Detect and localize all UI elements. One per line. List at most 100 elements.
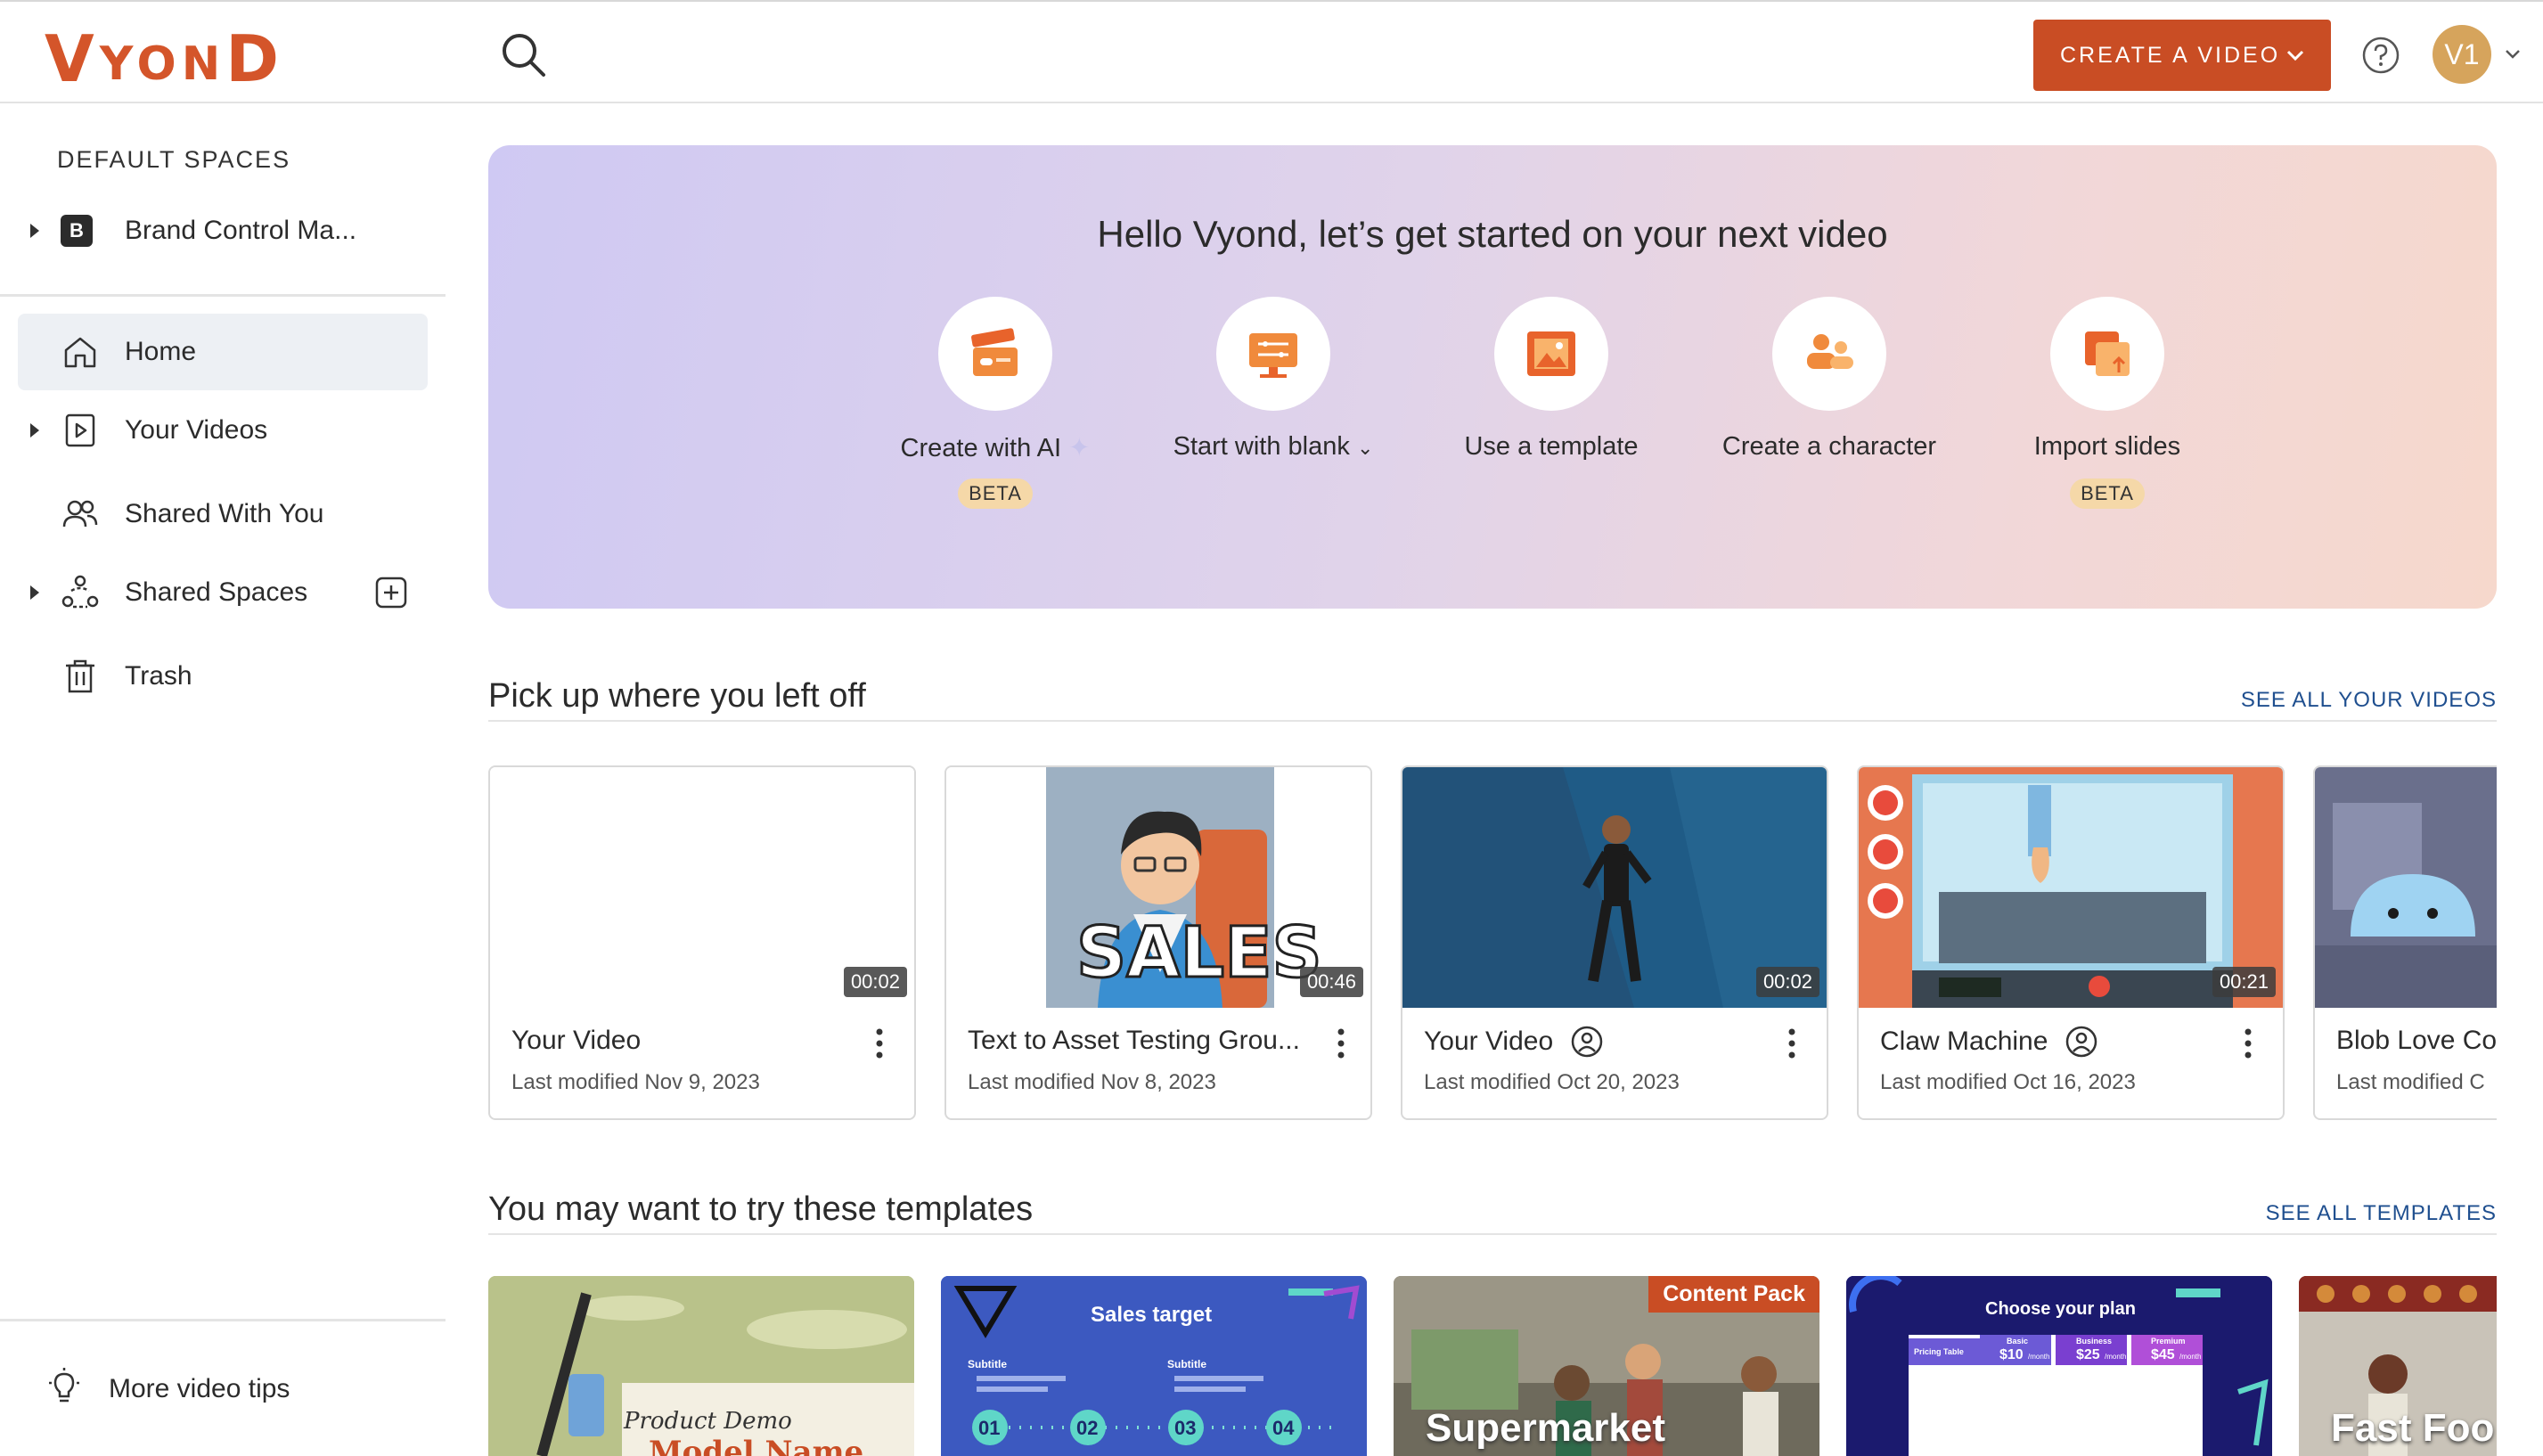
play-square-icon bbox=[61, 411, 100, 450]
plan-name: Business bbox=[2076, 1337, 2113, 1346]
import-slides-action[interactable]: Import slides BETA bbox=[1991, 297, 2223, 528]
video-modified-date: Last modified Nov 9, 2023 bbox=[511, 1070, 760, 1094]
step-number: 03 bbox=[1174, 1417, 1197, 1439]
create-with-ai-action[interactable]: Create with AI ✦ BETA bbox=[879, 297, 1111, 528]
logo-letters: YON bbox=[99, 37, 226, 91]
step-number: 02 bbox=[1076, 1417, 1099, 1439]
use-a-template-action[interactable]: Use a template bbox=[1435, 297, 1667, 528]
more-options-icon[interactable] bbox=[1787, 1027, 1796, 1059]
action-label: Use a template bbox=[1464, 432, 1639, 461]
price-unit: /month bbox=[2028, 1353, 2050, 1361]
caret-right-icon[interactable] bbox=[30, 423, 39, 438]
template-title: Supermarket bbox=[1426, 1406, 1666, 1450]
create-video-button[interactable]: CREATE A VIDEO bbox=[2033, 20, 2331, 91]
video-card[interactable]: Blob Love Co Last modified C bbox=[2313, 765, 2497, 1120]
beta-badge: BETA bbox=[958, 479, 1033, 509]
sidebar-item-label: Brand Control Ma... bbox=[125, 216, 357, 245]
vyond-logo[interactable]: V YON D bbox=[45, 20, 284, 91]
plan-name: Premium bbox=[2151, 1337, 2186, 1346]
plan-price: $25 bbox=[2076, 1347, 2100, 1362]
more-video-tips-link[interactable]: More video tips bbox=[45, 1367, 290, 1411]
video-duration: 00:02 bbox=[1755, 967, 1819, 997]
space-badge: B bbox=[61, 215, 93, 247]
sidebar-item-home[interactable]: Home bbox=[18, 314, 428, 390]
video-modified-date: Last modified Oct 16, 2023 bbox=[1880, 1070, 2136, 1094]
sidebar-item-shared-with-you[interactable]: Shared With You bbox=[18, 476, 428, 552]
create-video-label: CREATE A VIDEO bbox=[2060, 42, 2281, 68]
template-title: Sales target bbox=[1091, 1303, 1213, 1327]
import-slides-icon[interactable] bbox=[2050, 297, 2164, 411]
template-card[interactable]: Sales target Subtitle Subtitle 01 02 03 … bbox=[941, 1276, 1367, 1456]
more-options-icon[interactable] bbox=[1337, 1027, 1345, 1059]
template-title: Fast Foo bbox=[2331, 1406, 2495, 1450]
plan-price: $10 bbox=[1999, 1347, 2024, 1362]
top-bar: V YON D CREATE A VIDEO V1 bbox=[0, 0, 2543, 103]
lightbulb-icon bbox=[45, 1367, 84, 1411]
see-all-templates-link[interactable]: SEE ALL TEMPLATES bbox=[2266, 1201, 2497, 1226]
plan-name: Basic bbox=[2007, 1337, 2029, 1346]
sidebar-item-trash[interactable]: Trash bbox=[18, 638, 428, 715]
section-divider bbox=[488, 1233, 2497, 1235]
add-space-icon[interactable] bbox=[374, 576, 408, 609]
recent-videos-heading: Pick up where you left off bbox=[488, 677, 866, 715]
sidebar-item-label: Shared With You bbox=[125, 499, 324, 528]
help-icon[interactable] bbox=[2361, 36, 2400, 75]
video-title[interactable]: Blob Love Co bbox=[2336, 1026, 2497, 1056]
sidebar-item-label: Trash bbox=[125, 661, 192, 691]
template-card[interactable]: Content Pack Supermarket bbox=[1394, 1276, 1819, 1456]
ai-clapper-icon[interactable] bbox=[938, 297, 1052, 411]
banner-title: Hello Vyond, let’s get started on your n… bbox=[1097, 213, 1888, 255]
logo-letter: V bbox=[45, 21, 100, 96]
sidebar-item-label: Shared Spaces bbox=[125, 577, 308, 607]
video-modified-date: Last modified Nov 8, 2023 bbox=[968, 1070, 1216, 1094]
more-options-icon[interactable] bbox=[875, 1027, 884, 1059]
get-started-banner: Hello Vyond, let’s get started on your n… bbox=[488, 145, 2497, 609]
template-film-icon[interactable] bbox=[1494, 297, 1608, 411]
start-with-blank-action[interactable]: Start with blank ⌄ bbox=[1157, 297, 1389, 528]
sidebar-item-your-videos[interactable]: Your Videos bbox=[18, 392, 428, 469]
chevron-down-icon[interactable]: ⌄ bbox=[1357, 437, 1373, 459]
chevron-down-icon[interactable] bbox=[2502, 43, 2523, 64]
content-pack-badge: Content Pack bbox=[1648, 1276, 1819, 1313]
video-card[interactable]: 00:21 Claw Machine Last modified Oct 16,… bbox=[1857, 765, 2285, 1120]
video-card[interactable]: 00:02 Your Video Last modified Oct 20, 2… bbox=[1401, 765, 1828, 1120]
blank-monitor-icon[interactable] bbox=[1216, 297, 1330, 411]
video-thumbnail[interactable] bbox=[2315, 767, 2497, 1008]
video-title[interactable]: Text to Asset Testing Grou... bbox=[968, 1026, 1300, 1056]
step-number: 04 bbox=[1272, 1417, 1295, 1439]
pricing-table-label: Pricing Table bbox=[1914, 1347, 1964, 1356]
shared-user-icon bbox=[2066, 1026, 2097, 1058]
avatar[interactable]: V1 bbox=[2433, 25, 2491, 84]
users-icon bbox=[61, 495, 100, 534]
video-title[interactable]: Claw Machine bbox=[1880, 1026, 2097, 1058]
sidebar-item-brand-control[interactable]: B Brand Control Ma... bbox=[18, 192, 428, 269]
more-options-icon[interactable] bbox=[2244, 1027, 2253, 1059]
video-modified-date: Last modified C bbox=[2336, 1070, 2485, 1094]
thumbnail-caption: SALES bbox=[1075, 912, 1324, 995]
more-video-tips-label: More video tips bbox=[109, 1373, 290, 1403]
template-subtitle: Subtitle bbox=[968, 1358, 1007, 1370]
beta-badge: BETA bbox=[2070, 479, 2145, 509]
template-card[interactable]: Fast Foo bbox=[2299, 1276, 2497, 1456]
shared-user-icon bbox=[1571, 1026, 1603, 1058]
chevron-down-icon[interactable] bbox=[2283, 43, 2308, 68]
video-card[interactable]: 00:02 Your Video Last modified Nov 9, 20… bbox=[488, 765, 916, 1120]
sparkle-icon: ✦ bbox=[1068, 434, 1091, 462]
see-all-videos-link[interactable]: SEE ALL YOUR VIDEOS bbox=[2241, 688, 2497, 713]
search-icon[interactable] bbox=[499, 30, 549, 80]
create-a-character-action[interactable]: Create a character bbox=[1713, 297, 1945, 528]
trash-icon bbox=[61, 657, 100, 696]
sidebar-item-shared-spaces[interactable]: Shared Spaces bbox=[18, 554, 428, 631]
template-card[interactable]: Product Demo Model Name bbox=[488, 1276, 914, 1456]
video-title[interactable]: Your Video bbox=[511, 1026, 641, 1056]
action-label: Import slides bbox=[2033, 432, 2181, 461]
section-divider bbox=[488, 720, 2497, 722]
caret-right-icon[interactable] bbox=[30, 585, 39, 600]
character-icon[interactable] bbox=[1772, 297, 1886, 411]
sidebar-divider bbox=[0, 294, 446, 297]
caret-right-icon[interactable] bbox=[30, 224, 39, 238]
sidebar: DEFAULT SPACES B Brand Control Ma... Hom… bbox=[0, 103, 446, 1456]
video-card[interactable]: SALES 00:46 Text to Asset Testing Grou..… bbox=[944, 765, 1372, 1120]
video-title[interactable]: Your Video bbox=[1424, 1026, 1603, 1058]
template-card[interactable]: Choose your plan Pricing Table Basic Bus… bbox=[1846, 1276, 2272, 1456]
